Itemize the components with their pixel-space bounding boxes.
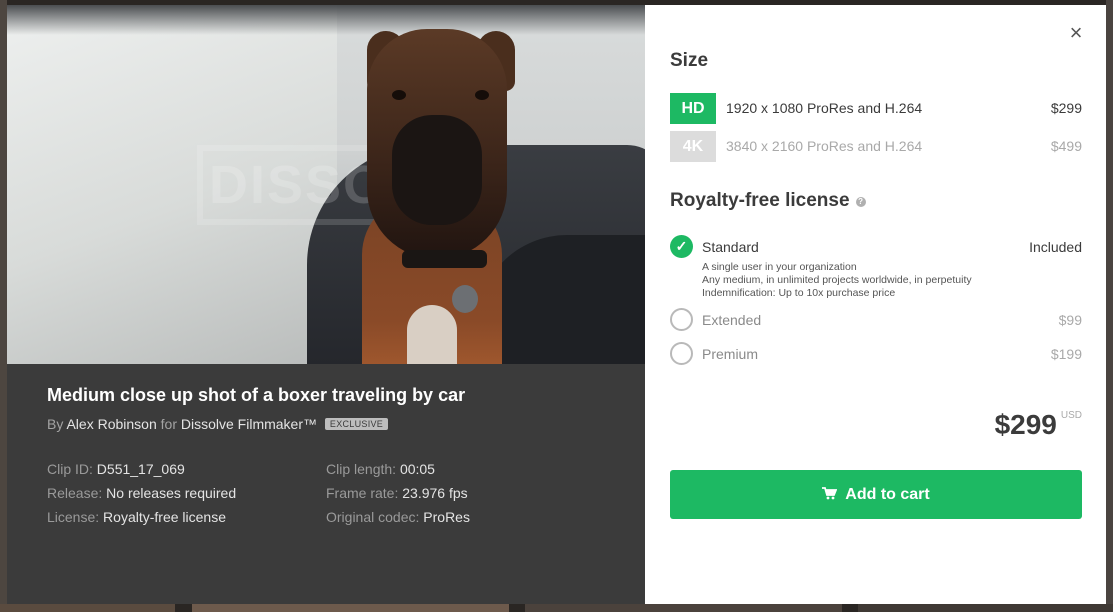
clip-info: Medium close up shot of a boxer travelin… <box>7 364 645 604</box>
license-heading: Royalty-free license? <box>670 190 866 212</box>
license-price: Included <box>1029 239 1082 255</box>
background-thumbnail <box>525 604 842 612</box>
add-to-cart-label: Add to cart <box>845 486 930 503</box>
license-name: Extended <box>702 312 762 328</box>
cart-icon <box>822 470 838 519</box>
purchase-panel: × Size HD 1920 x 1080 ProRes and H.264 $… <box>645 5 1106 604</box>
background-thumbnail <box>0 604 175 612</box>
size-desc: 1920 x 1080 ProRes and H.264 <box>726 100 923 116</box>
hd-badge: HD <box>670 93 716 124</box>
studio-link[interactable]: Dissolve Filmmaker™ <box>181 416 317 432</box>
dog-eye-right <box>475 90 489 100</box>
meta-release: Release: No releases required <box>47 485 237 501</box>
help-icon[interactable]: ? <box>855 197 866 207</box>
4k-badge: 4K <box>670 131 716 162</box>
meta-original-codec: Original codec: ProRes <box>326 509 470 525</box>
background-thumbnail <box>1106 0 1113 604</box>
size-option-4k[interactable]: 4K 3840 x 2160 ProRes and H.264 $499 <box>670 131 1082 162</box>
license-price: $99 <box>1058 312 1082 328</box>
meta-license: License: Royalty-free license <box>47 509 226 525</box>
license-option-premium[interactable]: Premium $199 <box>670 342 1082 366</box>
license-name: Standard <box>702 239 759 255</box>
clip-preview-image[interactable]: DISSOLVE <box>7 5 645 364</box>
license-details: A single user in your organization Any m… <box>702 261 972 299</box>
size-heading: Size <box>670 50 709 71</box>
clip-modal: DISSOLVE Medium close up shot of a boxer… <box>7 5 1106 604</box>
dog-chest <box>407 305 457 364</box>
total-price: $299 USD <box>995 409 1082 441</box>
currency-label: USD <box>1060 410 1082 421</box>
size-price: $299 <box>1050 100 1082 116</box>
license-name: Premium <box>702 346 759 362</box>
exclusive-badge: EXCLUSIVE <box>324 418 389 430</box>
meta-clip-length: Clip length: 00:05 <box>326 461 435 477</box>
size-option-hd[interactable]: HD 1920 x 1080 ProRes and H.264 $299 <box>670 93 1082 124</box>
add-to-cart-button[interactable]: Add to cart <box>670 470 1082 519</box>
meta-clip-id: Clip ID: D551_17_069 <box>47 461 185 477</box>
dog-tag <box>452 285 478 313</box>
author-link[interactable]: Alex Robinson <box>66 416 156 432</box>
dog-collar <box>402 250 487 268</box>
size-price: $499 <box>1050 138 1082 154</box>
for-label: for <box>160 416 177 432</box>
background-thumbnail <box>192 604 509 612</box>
background-thumbnail <box>0 0 7 604</box>
check-icon[interactable]: ✓ <box>670 235 693 258</box>
size-desc: 3840 x 2160 ProRes and H.264 <box>726 138 923 154</box>
clip-byline: By Alex Robinson for Dissolve Filmmaker™… <box>47 416 389 432</box>
background-thumbnail <box>858 604 1113 612</box>
dog-eye-left <box>392 90 406 100</box>
radio-button[interactable] <box>670 342 693 365</box>
total-amount: $299 <box>994 409 1057 440</box>
by-label: By <box>47 416 64 432</box>
car-roof <box>7 5 645 35</box>
meta-frame-rate: Frame rate: 23.976 fps <box>326 485 468 501</box>
license-price: $199 <box>1050 346 1082 362</box>
radio-button[interactable] <box>670 308 693 331</box>
clip-title: Medium close up shot of a boxer travelin… <box>47 385 466 405</box>
license-option-standard[interactable]: ✓ Standard Included A single user in you… <box>670 235 1082 301</box>
close-icon[interactable]: × <box>1066 22 1086 44</box>
dog-muzzle <box>392 115 482 225</box>
license-option-extended[interactable]: Extended $99 <box>670 308 1082 332</box>
